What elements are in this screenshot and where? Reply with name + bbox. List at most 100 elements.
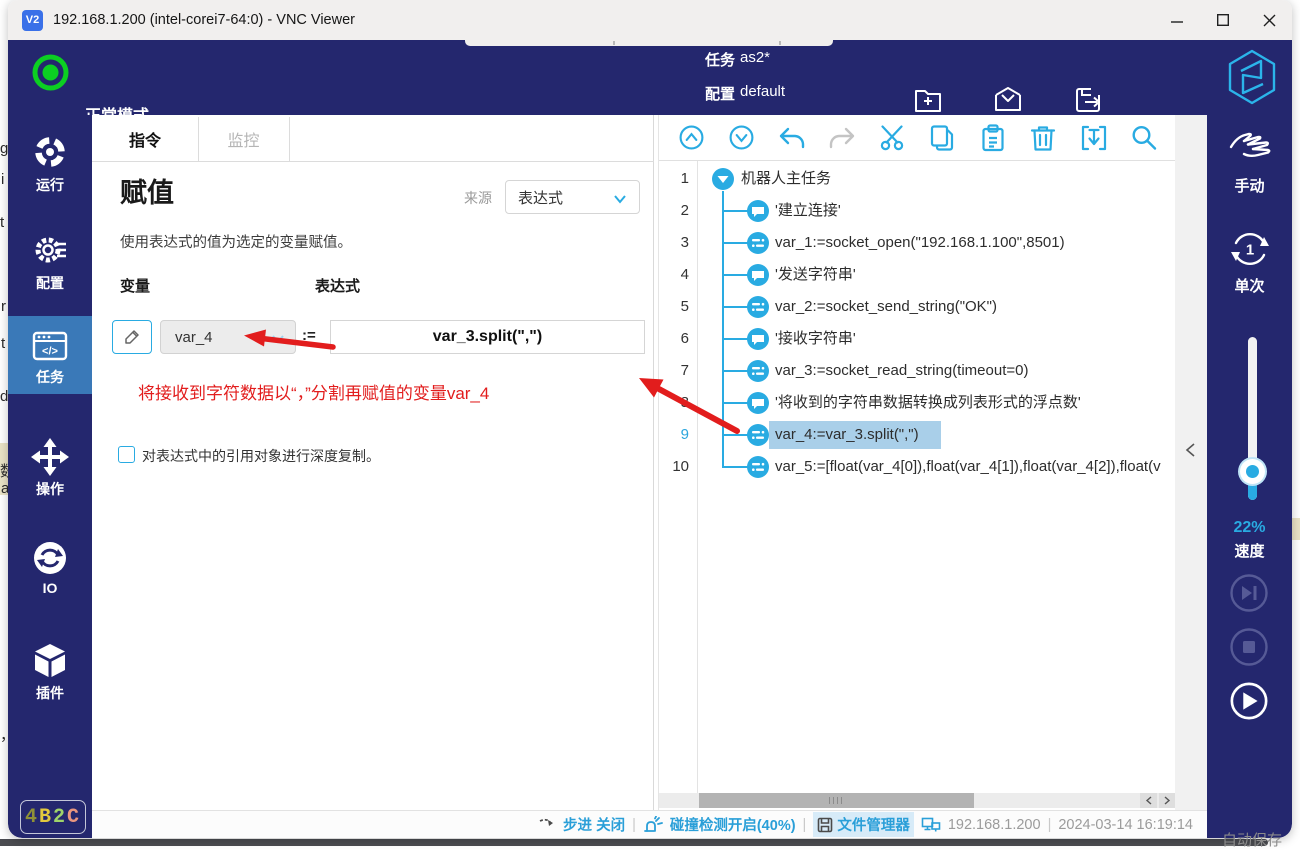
sidebar-item-io[interactable]: IO [8,539,92,596]
captcha-char: 2 [53,806,67,829]
expression-label: 表达式 [315,275,360,296]
captcha-box: 4B2C [20,800,86,834]
network-icon [921,817,941,833]
file-manager-button[interactable]: 文件管理器 [813,812,914,837]
move-down-button[interactable] [727,124,755,152]
step-button[interactable] [1229,573,1269,613]
assign-icon [747,424,769,446]
tree-node-text: var_2:=socket_send_string("OK") [775,291,997,323]
background-glyph: 数 [0,460,8,481]
tree-node-text: 机器人主任务 [741,163,831,195]
move-up-button[interactable] [677,124,705,152]
scrollbar-grip [829,797,830,804]
stop-button[interactable] [1229,627,1269,667]
source-select[interactable]: 表达式 [505,180,640,214]
line-number: 1 [659,163,689,195]
scrollbar-thumb[interactable] [699,793,974,808]
sidebar-item-run[interactable]: 运行 [8,133,92,195]
play-button[interactable] [1229,681,1269,721]
tree-row[interactable]: 7 var_3:=socket_read_string(timeout=0) [659,355,1175,387]
variable-select[interactable]: var_4 [160,320,296,354]
status-bar: 步进 关闭 | 碰撞检测开启(40%) | 文件管理器 192.168.1.20… [92,810,1207,838]
tree-node-text: '将收到的字符串数据转换成列表形式的浮点数' [775,387,1081,419]
line-number: 10 [659,451,689,483]
tree-row[interactable]: 5 var_2:=socket_send_string("OK") [659,291,1175,323]
tab-instruction[interactable]: 指令 [92,115,198,162]
config-label: 配置 [705,83,735,104]
single-cycle-button[interactable]: 1 单次 [1207,227,1292,296]
sidebar-item-task[interactable]: </> 任务 [8,328,92,387]
collapse-icon[interactable] [712,168,734,190]
deep-copy-checkbox[interactable] [118,446,135,463]
copy-icon [929,124,957,152]
tree-node-text: var_5:=[float(var_4[0]),float(var_4[1]),… [775,451,1161,483]
tree-node-text: '发送字符串' [775,259,856,291]
speed-label: 速度 [1207,540,1292,561]
file-manager-icon [817,817,833,833]
paste-button[interactable] [979,124,1007,152]
copy-button[interactable] [929,124,957,152]
collision-status[interactable]: 碰撞检测开启(40%) [670,814,796,835]
insert-button[interactable] [1080,124,1108,152]
tree-node-text: var_1:=socket_open("192.168.1.100",8501) [775,227,1065,259]
svg-text:</>: </> [42,346,58,358]
chevron-down-icon [613,194,627,204]
run-icon [31,133,69,171]
tab-separator [289,117,290,162]
tree-toolbar [659,115,1175,161]
search-button[interactable] [1130,124,1158,152]
maximize-button[interactable] [1200,0,1246,40]
right-sidebar: 手动 1 单次 22% 速度 [1207,115,1292,838]
step-status[interactable]: 步进 关闭 [563,814,625,835]
close-icon [1263,14,1276,27]
horizontal-scrollbar[interactable] [659,793,1175,808]
manual-mode-button[interactable]: 手动 [1207,131,1292,196]
tree-row-selected[interactable]: 9 var_4:=var_3.split(",") [659,419,1175,451]
plugin-cube-icon [31,642,69,680]
tree-row[interactable]: 2 '建立连接' [659,195,1175,227]
background-glyph: d [0,388,8,405]
speed-slider-thumb[interactable] [1240,459,1265,484]
insert-icon [1080,124,1108,152]
tree-row[interactable]: 1 机器人主任务 [659,163,1175,195]
sidebar-item-operate[interactable]: 操作 [8,437,92,499]
tree-row[interactable]: 3 var_1:=socket_open("192.168.1.100",850… [659,227,1175,259]
variable-select-value: var_4 [175,329,213,346]
captcha-char: B [39,806,53,829]
minimize-button[interactable] [1154,0,1200,40]
single-cycle-icon: 1 [1228,227,1272,271]
tree-row[interactable]: 4 '发送字符串' [659,259,1175,291]
page-title: 赋值 [120,171,174,210]
tree-row[interactable]: 8 '将收到的字符串数据转换成列表形式的浮点数' [659,387,1175,419]
line-number: 2 [659,195,689,227]
tab-monitor[interactable]: 监控 [198,115,289,162]
redo-button[interactable] [828,124,856,152]
move-up-icon [678,124,705,151]
delete-button[interactable] [1029,124,1057,152]
background-glyph: t [0,214,8,231]
brand-logo-icon [1226,48,1278,106]
cut-icon [878,124,906,152]
autosave-text: 自动保存 [1222,829,1282,850]
scroll-right-button[interactable] [1159,793,1175,808]
tree-row[interactable]: 6 '接收字符串' [659,323,1175,355]
variable-label: 变量 [120,275,150,296]
svg-text:1: 1 [1245,242,1253,259]
task-value: as2* [740,49,770,66]
sidebar-item-plugin[interactable]: 插件 [8,642,92,703]
tree-row[interactable]: 10 var_5:=[float(var_4[0]),float(var_4[1… [659,451,1175,483]
edit-variable-button[interactable] [112,320,152,354]
sidebar-item-config[interactable]: 配置 [8,231,92,293]
status-separator: | [632,817,636,833]
close-button[interactable] [1246,0,1292,40]
vnc-toolbar-notch[interactable] [465,40,833,46]
expression-input[interactable] [330,320,645,354]
line-number: 9 [659,419,689,451]
undo-button[interactable] [778,124,806,152]
tab-bar: 指令 监控 [92,115,654,162]
chevron-right-icon [1164,796,1171,805]
scroll-left-button[interactable] [1140,793,1157,808]
cut-button[interactable] [878,124,906,152]
collapse-panel-handle[interactable] [1184,442,1196,458]
notch-tick [779,41,781,45]
